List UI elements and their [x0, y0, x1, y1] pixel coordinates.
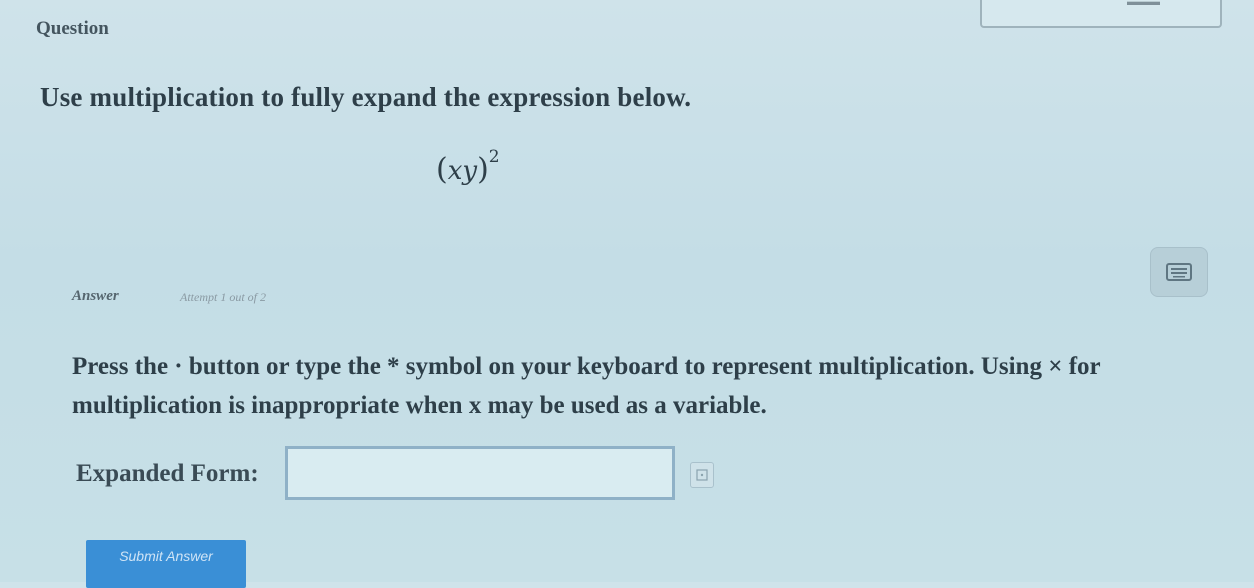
expanded-form-label: Expanded Form:: [76, 460, 259, 487]
top-right-control-icon: ▬▬▬: [1127, 0, 1160, 8]
answer-label: Answer: [72, 288, 119, 304]
multiplication-help-text: Press the · button or type the * symbol …: [72, 353, 1101, 419]
question-label: Question: [36, 18, 109, 39]
top-right-control[interactable]: ▬▬▬: [980, 0, 1222, 28]
math-symbol-button[interactable]: [690, 462, 714, 488]
question-instruction: Use multiplication to fully expand the e…: [40, 82, 692, 112]
expression-open-paren: (: [436, 152, 448, 187]
attempt-counter: Attempt 1 out of 2: [180, 290, 266, 304]
expression-close-paren: ): [477, 152, 489, 187]
expression-variables: xy: [447, 156, 478, 186]
math-expression: (xy)2: [436, 147, 500, 187]
keyboard-button[interactable]: [1150, 247, 1208, 297]
submit-answer-button[interactable]: Submit Answer: [86, 540, 246, 588]
expression-exponent: 2: [488, 147, 500, 167]
math-symbol-icon: [696, 469, 708, 481]
keyboard-icon: [1166, 263, 1192, 281]
expanded-form-input[interactable]: [285, 446, 675, 500]
